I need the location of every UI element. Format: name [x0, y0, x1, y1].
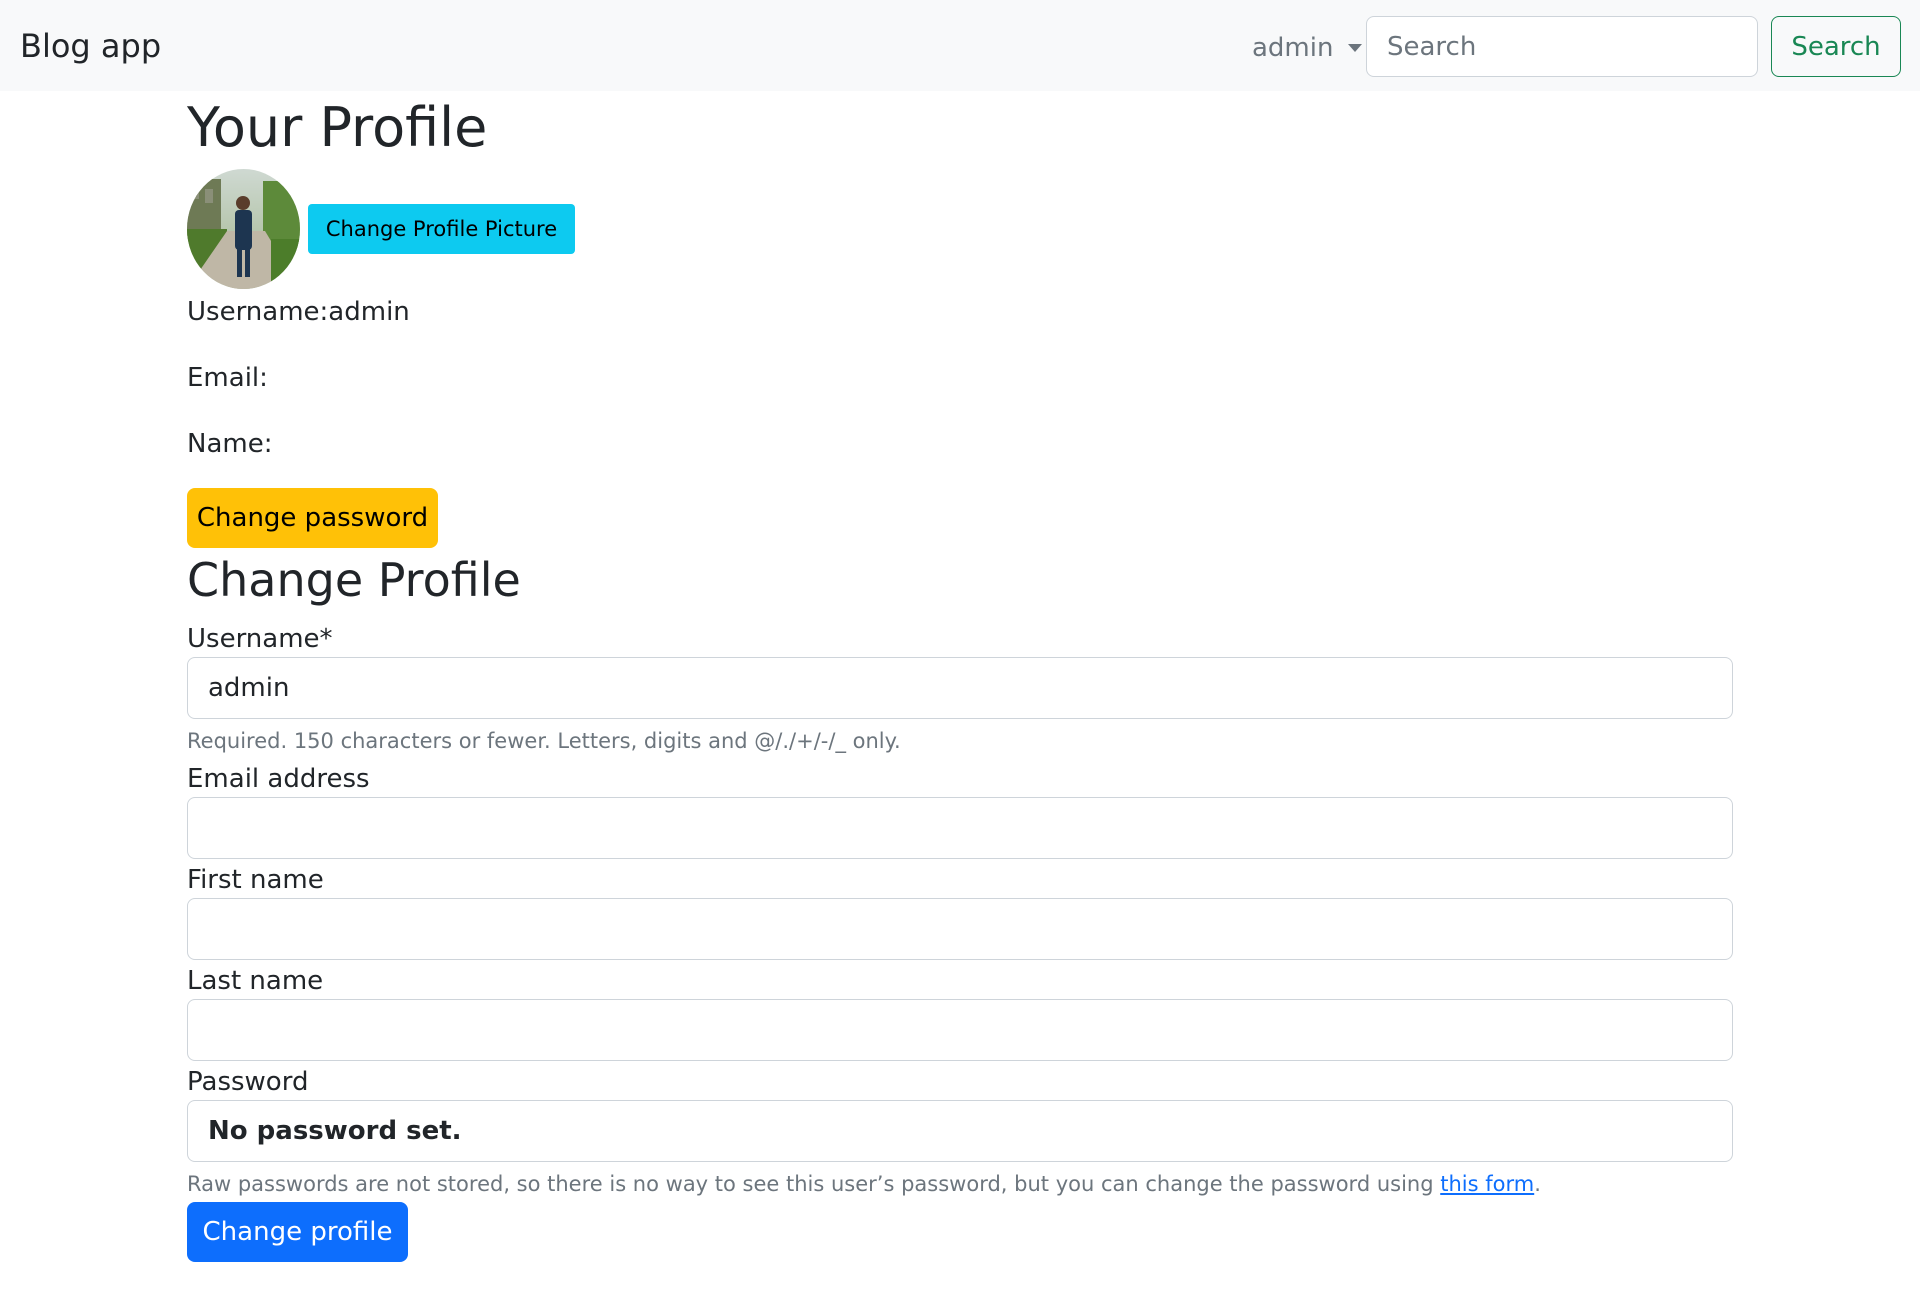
change-profile-heading: Change Profile	[187, 553, 521, 607]
page-title: Your Profile	[187, 96, 488, 159]
last-name-label: Last name	[187, 966, 324, 996]
password-help-before: Raw passwords are not stored, so there i…	[187, 1172, 1441, 1196]
password-help-text: Raw passwords are not stored, so there i…	[187, 1169, 1541, 1199]
navbar: Blog app admin Search	[0, 0, 1920, 91]
brand-link[interactable]: Blog app	[20, 25, 161, 67]
password-change-link[interactable]: this form	[1440, 1172, 1534, 1196]
email-field[interactable]	[187, 797, 1733, 859]
first-name-label: First name	[187, 865, 324, 895]
email-info: Email:	[187, 363, 268, 393]
change-profile-button[interactable]: Change profile	[187, 1202, 408, 1262]
search-button[interactable]: Search	[1771, 16, 1901, 77]
username-info: Username:admin	[187, 297, 410, 327]
user-menu-dropdown[interactable]: admin	[1252, 30, 1363, 66]
change-password-button[interactable]: Change password	[187, 488, 438, 548]
password-field: No password set.	[187, 1100, 1733, 1162]
caret-down-icon	[1348, 44, 1363, 52]
password-help-after: .	[1534, 1172, 1541, 1196]
username-label: Username*	[187, 624, 333, 654]
search-input[interactable]	[1366, 16, 1758, 77]
avatar-photo	[187, 169, 300, 289]
username-field[interactable]	[187, 657, 1733, 719]
name-info: Name:	[187, 429, 273, 459]
last-name-field[interactable]	[187, 999, 1733, 1061]
user-menu-label: admin	[1252, 33, 1334, 63]
password-label: Password	[187, 1067, 309, 1097]
avatar	[187, 169, 300, 289]
username-help-text: Required. 150 characters or fewer. Lette…	[187, 729, 901, 753]
first-name-field[interactable]	[187, 898, 1733, 960]
change-profile-picture-button[interactable]: Change Profile Picture	[308, 204, 575, 254]
email-label: Email address	[187, 764, 370, 794]
